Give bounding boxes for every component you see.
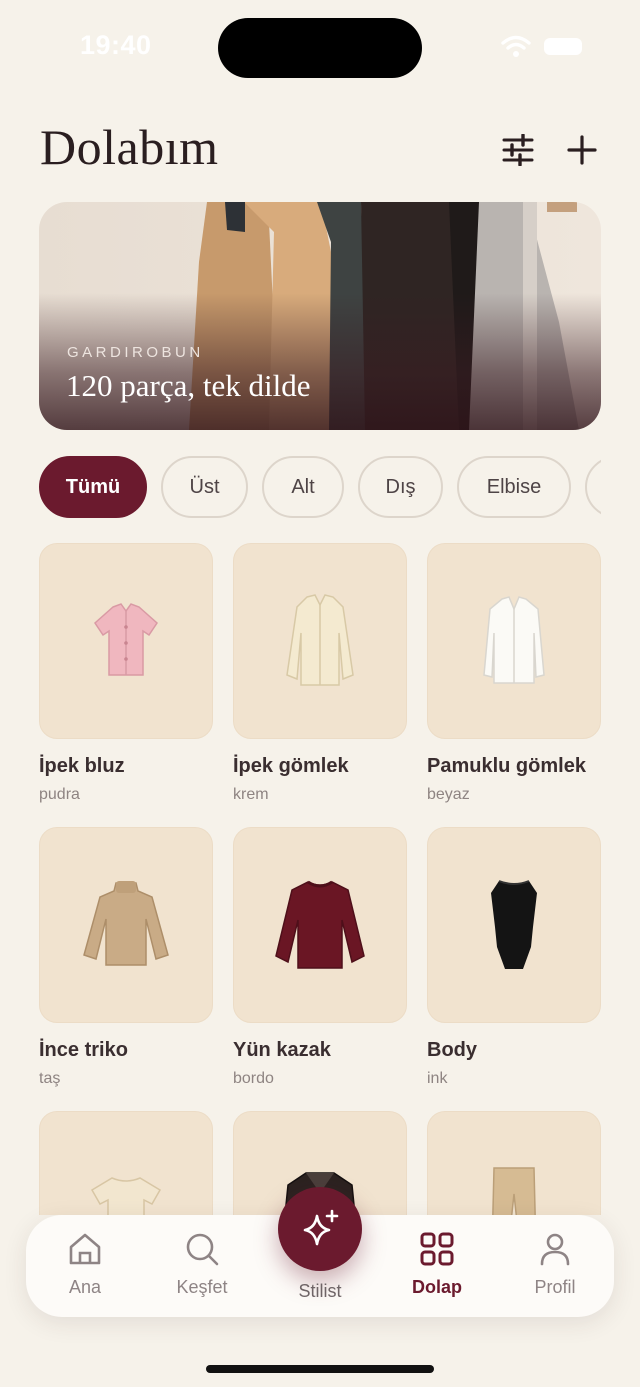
item-thumbnail: [39, 1111, 213, 1215]
grid-icon: [420, 1232, 454, 1266]
item-thumbnail: [39, 543, 213, 739]
hero-kicker: GARDIROBUN: [67, 344, 204, 361]
item-thumbnail: [233, 543, 407, 739]
wifi-icon: [501, 35, 531, 57]
item-thumbnail: [233, 827, 407, 1023]
sliders-icon: [502, 134, 534, 166]
tshirt-icon: [90, 1177, 162, 1215]
stylist-button[interactable]: [278, 1187, 362, 1271]
item-color: ink: [427, 1070, 448, 1087]
item-name: İpek bluz: [39, 755, 125, 777]
item-color: beyaz: [427, 786, 470, 803]
tab-wardrobe[interactable]: Dolap: [387, 1231, 487, 1298]
item-thumbnail: [39, 827, 213, 1023]
item-card[interactable]: İpek bluz pudra: [39, 543, 213, 804]
item-card[interactable]: Pamuklu gömlek beyaz: [427, 543, 601, 804]
battery-icon: [544, 38, 582, 55]
item-name: İpek gömlek: [233, 755, 349, 777]
shirt-icon: [483, 596, 545, 684]
tab-label: Keşfet: [176, 1277, 228, 1297]
hero-title: 120 parça, tek dilde: [66, 368, 311, 403]
trousers-icon: [492, 1167, 536, 1215]
home-indicator[interactable]: [206, 1365, 434, 1373]
category-filter-bar: Tümü Üst Alt Dış Elbise: [39, 456, 601, 518]
dynamic-island: [218, 18, 422, 78]
sparkle-icon: [303, 1209, 339, 1246]
chip-bottom[interactable]: Alt: [262, 456, 344, 518]
tab-home[interactable]: Ana: [35, 1231, 135, 1298]
home-icon: [69, 1233, 101, 1265]
filter-button[interactable]: [496, 128, 540, 172]
status-time: 19:40: [80, 30, 152, 60]
chip-dress[interactable]: Elbise: [457, 456, 571, 518]
search-icon: [186, 1233, 219, 1266]
page-title: Dolabım: [40, 119, 219, 175]
item-card[interactable]: İpek gömlek krem: [233, 543, 407, 804]
item-thumbnail: [427, 1111, 601, 1215]
item-card[interactable]: [39, 1111, 213, 1215]
item-name: Yün kazak: [233, 1039, 331, 1061]
item-name: İnce triko: [39, 1039, 128, 1061]
item-card[interactable]: Yün kazak bordo: [233, 827, 407, 1088]
chip-outerwear[interactable]: Dış: [358, 456, 443, 518]
item-name: Pamuklu gömlek: [427, 755, 586, 777]
blouse-icon: [94, 603, 158, 676]
sweater-icon: [83, 881, 169, 966]
wardrobe-hero-banner[interactable]: GARDIROBUN 120 parça, tek dilde: [39, 202, 601, 430]
add-item-button[interactable]: [560, 128, 604, 172]
tab-explore[interactable]: Keşfet: [152, 1231, 252, 1298]
shirt-icon: [286, 594, 354, 686]
chip-top[interactable]: Üst: [161, 456, 248, 518]
bodysuit-icon: [491, 880, 537, 969]
item-thumbnail: [427, 543, 601, 739]
item-card[interactable]: İnce triko taş: [39, 827, 213, 1088]
sweater-icon: [275, 880, 365, 969]
item-color: krem: [233, 786, 269, 803]
item-card[interactable]: [427, 1111, 601, 1215]
item-color: pudra: [39, 786, 80, 803]
item-name: Body: [427, 1039, 477, 1061]
user-icon: [540, 1233, 570, 1266]
item-card[interactable]: Body ink: [427, 827, 601, 1088]
item-thumbnail: [427, 827, 601, 1023]
chip-more[interactable]: [585, 456, 601, 518]
item-color: taş: [39, 1070, 61, 1087]
tab-label: Dolap: [411, 1277, 462, 1297]
tab-label: Profil: [534, 1277, 576, 1297]
wardrobe-grid: İpek bluz pudra İpek gömlek krem Pamuklu…: [39, 543, 601, 1215]
stylist-label: Stilist: [298, 1281, 342, 1301]
item-color: bordo: [233, 1070, 274, 1087]
tab-profile[interactable]: Profil: [505, 1231, 605, 1298]
tab-label: Ana: [68, 1277, 102, 1297]
chip-all[interactable]: Tümü: [39, 456, 147, 518]
plus-icon: [567, 135, 597, 165]
